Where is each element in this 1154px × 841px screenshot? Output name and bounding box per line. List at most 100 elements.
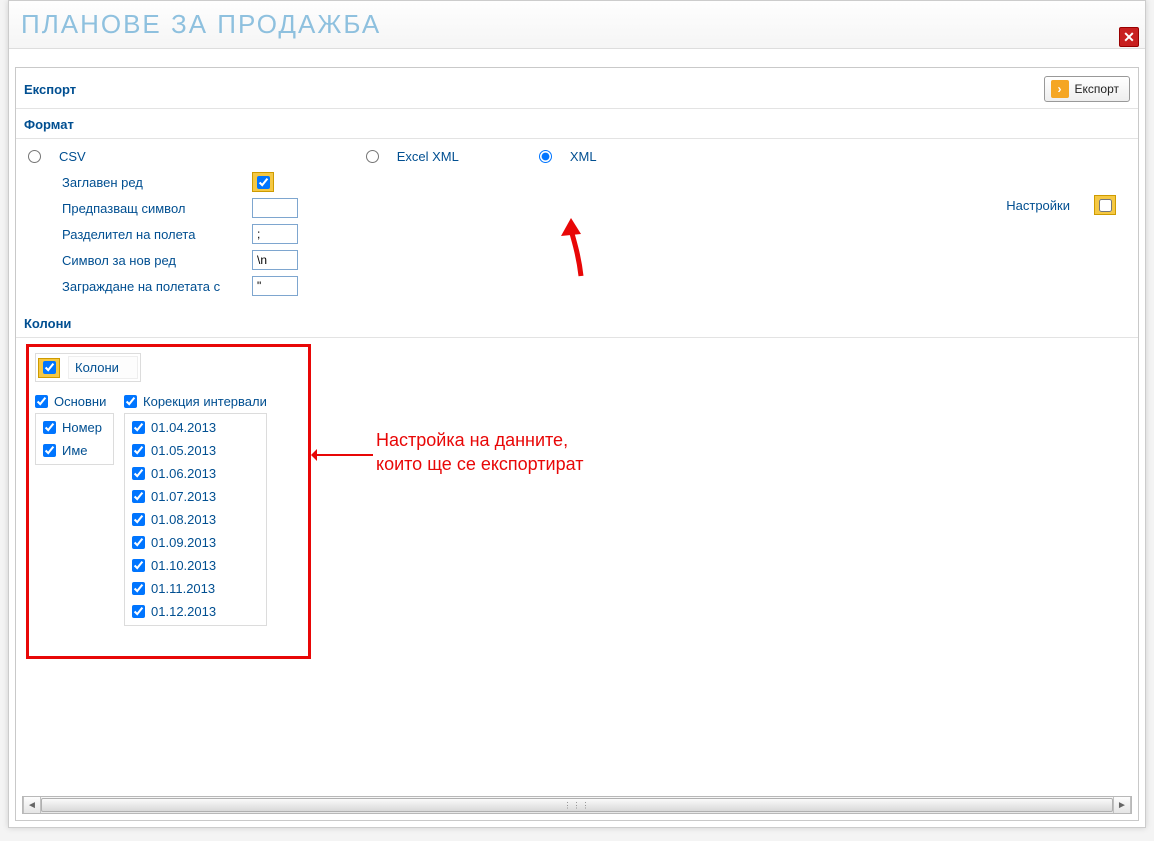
list-item-label: 01.08.2013	[151, 512, 216, 527]
columns-groups: Основни Номер Име Корекция интервали 01.0…	[35, 394, 302, 626]
basic-list: Номер Име	[35, 413, 114, 465]
dialog-window: ПЛАНОВЕ ЗА ПРОДАЖБА ✕ Експорт › Експорт …	[8, 0, 1146, 828]
format-xml-label: XML	[570, 149, 597, 164]
column-group-basic-label: Основни	[54, 394, 106, 409]
list-item-checkbox[interactable]	[132, 421, 145, 434]
annotation-arrow-icon	[561, 218, 601, 278]
csv-enclose-label: Заграждане на полетата с	[62, 279, 252, 294]
settings-checkbox[interactable]	[1099, 199, 1112, 212]
list-item-checkbox[interactable]	[43, 421, 56, 434]
columns-panel: Колони Основни НомерИме Корекция интерв	[26, 344, 311, 659]
interval-list: 01.04.2013 01.05.2013 01.06.2013 01.07.2013…	[124, 413, 267, 626]
column-group-intervals-head[interactable]: Корекция интервали	[124, 394, 267, 409]
columns-tab-checkbox[interactable]	[43, 361, 56, 374]
content-area: Експорт › Експорт Формат CSV Excel XML	[16, 68, 1138, 820]
list-item-label: 01.05.2013	[151, 443, 216, 458]
column-group-basic-head[interactable]: Основни	[35, 394, 114, 409]
format-excel[interactable]: Excel XML	[366, 149, 459, 164]
list-item-label: 01.04.2013	[151, 420, 216, 435]
columns-header: Колони	[16, 308, 1138, 338]
list-item-label: Име	[62, 443, 88, 458]
export-button-label: Експорт	[1075, 82, 1119, 96]
settings-label: Настройки	[1006, 198, 1070, 213]
export-header-label: Експорт	[24, 82, 76, 97]
columns-tab-check-wrap[interactable]	[38, 358, 60, 378]
settings-toggle[interactable]	[1094, 195, 1116, 215]
list-item-checkbox[interactable]	[132, 490, 145, 503]
list-item-checkbox[interactable]	[132, 582, 145, 595]
annotation-line1: Настройка на данните,	[376, 428, 583, 452]
csv-sep-input[interactable]	[252, 224, 298, 244]
format-excel-label: Excel XML	[397, 149, 459, 164]
list-item-label: 01.06.2013	[151, 466, 216, 481]
list-item-label: 01.12.2013	[151, 604, 216, 619]
columns-tab-label: Колони	[68, 356, 138, 379]
settings-row: Настройки	[1006, 195, 1116, 215]
list-item-label: 01.10.2013	[151, 558, 216, 573]
scroll-left-icon[interactable]: ◄	[23, 797, 41, 813]
format-csv[interactable]: CSV	[28, 149, 86, 164]
csv-header-checkbox[interactable]	[257, 176, 270, 189]
format-row: CSV Excel XML XML Настройки	[16, 139, 1138, 166]
csv-sep-label: Разделител на полета	[62, 227, 252, 242]
csv-newline-label: Символ за нов ред	[62, 253, 252, 268]
list-item[interactable]: 01.08.2013	[127, 508, 264, 531]
list-item-checkbox[interactable]	[132, 467, 145, 480]
list-item-checkbox[interactable]	[132, 513, 145, 526]
list-item-label: 01.09.2013	[151, 535, 216, 550]
csv-header-row: Заглавен ред	[62, 172, 1138, 192]
annotation-text: Настройка на данните, които ще се експор…	[376, 428, 583, 477]
column-group-intervals-label: Корекция интервали	[143, 394, 267, 409]
title-bar: ПЛАНОВЕ ЗА ПРОДАЖБА ✕	[9, 1, 1145, 49]
dialog-body: Експорт › Експорт Формат CSV Excel XML	[15, 67, 1139, 821]
list-item-label: Номер	[62, 420, 102, 435]
list-item[interactable]: 01.06.2013	[127, 462, 264, 485]
list-item-checkbox[interactable]	[132, 444, 145, 457]
format-csv-radio[interactable]	[28, 150, 41, 163]
column-group-basic-checkbox[interactable]	[35, 395, 48, 408]
column-group-intervals-checkbox[interactable]	[124, 395, 137, 408]
csv-enclose-input[interactable]	[252, 276, 298, 296]
format-xml[interactable]: XML	[539, 149, 597, 164]
scroll-thumb[interactable]: ⋮⋮⋮	[41, 798, 1113, 812]
column-group-intervals: Корекция интервали 01.04.201301.05.20130…	[124, 394, 267, 626]
format-csv-label: CSV	[59, 149, 86, 164]
list-item-label: 01.11.2013	[151, 581, 215, 596]
annotation-connector-icon	[313, 454, 373, 456]
csv-escape-row: Предпазващ символ	[62, 198, 1138, 218]
csv-header-checkbox-wrap[interactable]	[252, 172, 274, 192]
scroll-track[interactable]: ⋮⋮⋮	[41, 797, 1113, 813]
columns-tab[interactable]: Колони	[35, 353, 141, 382]
list-item-label: 01.07.2013	[151, 489, 216, 504]
list-item[interactable]: 01.09.2013	[127, 531, 264, 554]
format-excel-radio[interactable]	[366, 150, 379, 163]
export-header: Експорт › Експорт	[16, 68, 1138, 109]
list-item[interactable]: Номер	[38, 416, 111, 439]
export-button[interactable]: › Експорт	[1044, 76, 1130, 102]
format-header: Формат	[16, 109, 1138, 139]
list-item[interactable]: 01.11.2013	[127, 577, 264, 600]
list-item[interactable]: 01.05.2013	[127, 439, 264, 462]
close-icon[interactable]: ✕	[1119, 27, 1139, 47]
format-xml-radio[interactable]	[539, 150, 552, 163]
page-title: ПЛАНОВЕ ЗА ПРОДАЖБА	[21, 9, 381, 40]
list-item-checkbox[interactable]	[43, 444, 56, 457]
csv-escape-label: Предпазващ символ	[62, 201, 252, 216]
list-item[interactable]: 01.10.2013	[127, 554, 264, 577]
export-arrow-icon: ›	[1051, 80, 1069, 98]
csv-header-label: Заглавен ред	[62, 175, 252, 190]
list-item-checkbox[interactable]	[132, 536, 145, 549]
annotation-line2: които ще се експортират	[376, 452, 583, 476]
csv-escape-input[interactable]	[252, 198, 298, 218]
list-item[interactable]: 01.04.2013	[127, 416, 264, 439]
list-item[interactable]: 01.07.2013	[127, 485, 264, 508]
list-item-checkbox[interactable]	[132, 559, 145, 572]
list-item[interactable]: 01.12.2013	[127, 600, 264, 623]
horizontal-scrollbar[interactable]: ◄ ⋮⋮⋮ ►	[22, 796, 1132, 814]
list-item[interactable]: Име	[38, 439, 111, 462]
csv-newline-input[interactable]	[252, 250, 298, 270]
csv-enclose-row: Заграждане на полетата с	[62, 276, 1138, 296]
list-item-checkbox[interactable]	[132, 605, 145, 618]
scroll-right-icon[interactable]: ►	[1113, 797, 1131, 813]
column-group-basic: Основни Номер Име	[35, 394, 114, 626]
